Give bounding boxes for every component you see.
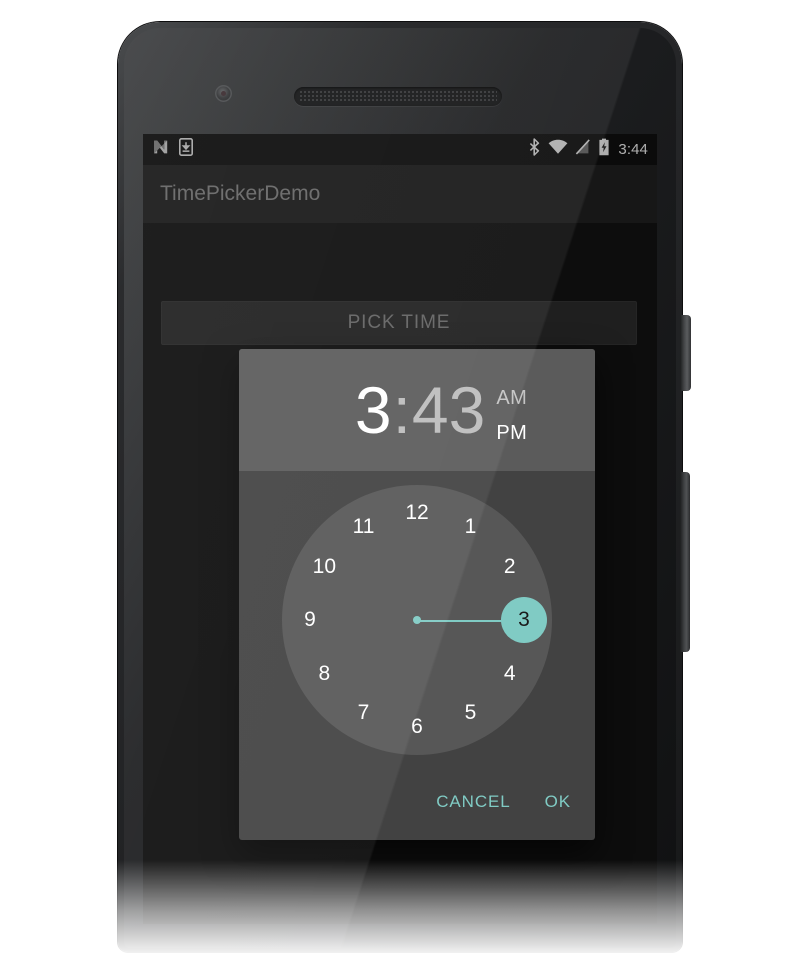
clock-number-4[interactable]: 4: [492, 656, 528, 692]
time-picker-dialog: 3 : 43 AM PM 12 12 3 45678 9 1011: [239, 349, 595, 840]
am-button[interactable]: AM: [496, 388, 527, 408]
time-numbers: 3 : 43: [355, 377, 485, 443]
clock-number-7[interactable]: 7: [346, 695, 382, 731]
front-camera-icon: [215, 85, 232, 102]
clock-center-dot: [413, 616, 421, 624]
minute-value[interactable]: 43: [412, 377, 485, 443]
clock-number-3[interactable]: 3: [501, 597, 547, 643]
clock-number-9[interactable]: 9: [292, 602, 328, 638]
clock-number-8[interactable]: 8: [306, 656, 342, 692]
power-button[interactable]: [680, 315, 691, 391]
cancel-button[interactable]: CANCEL: [424, 784, 522, 820]
dialog-actions: CANCEL OK: [424, 784, 583, 820]
am-pm-toggle: AM PM: [496, 388, 527, 443]
volume-rocker-button[interactable]: [680, 472, 690, 652]
earpiece-speaker-icon: [294, 87, 502, 106]
time-display: 3 : 43 AM PM: [355, 377, 527, 443]
clock-number-11[interactable]: 11: [346, 509, 382, 545]
time-separator: :: [392, 373, 411, 447]
clock-number-10[interactable]: 10: [306, 549, 342, 585]
ok-button[interactable]: OK: [533, 784, 583, 820]
clock-number-6[interactable]: 6: [399, 709, 435, 745]
time-picker-body: 12 1 2 3 4 5 6 7 8 9 10 11 CANCEL OK: [239, 471, 595, 840]
time-picker-header: 3 : 43 AM PM: [239, 349, 595, 471]
clock-number-1[interactable]: 1: [453, 509, 489, 545]
clock-number-5[interactable]: 5: [453, 695, 489, 731]
phone-screen: 3:44 TimePickerDemo PICK TIME Picked tim…: [143, 134, 657, 924]
clock-face[interactable]: 12 1 2 3 4 5 6 7 8 9 10 11: [282, 485, 552, 755]
phone-device: 3:44 TimePickerDemo PICK TIME Picked tim…: [118, 22, 691, 952]
pm-button[interactable]: PM: [496, 423, 527, 443]
hour-value[interactable]: 3: [355, 377, 392, 443]
clock-number-12[interactable]: 12: [399, 495, 435, 531]
clock-number-2[interactable]: 2: [492, 549, 528, 585]
